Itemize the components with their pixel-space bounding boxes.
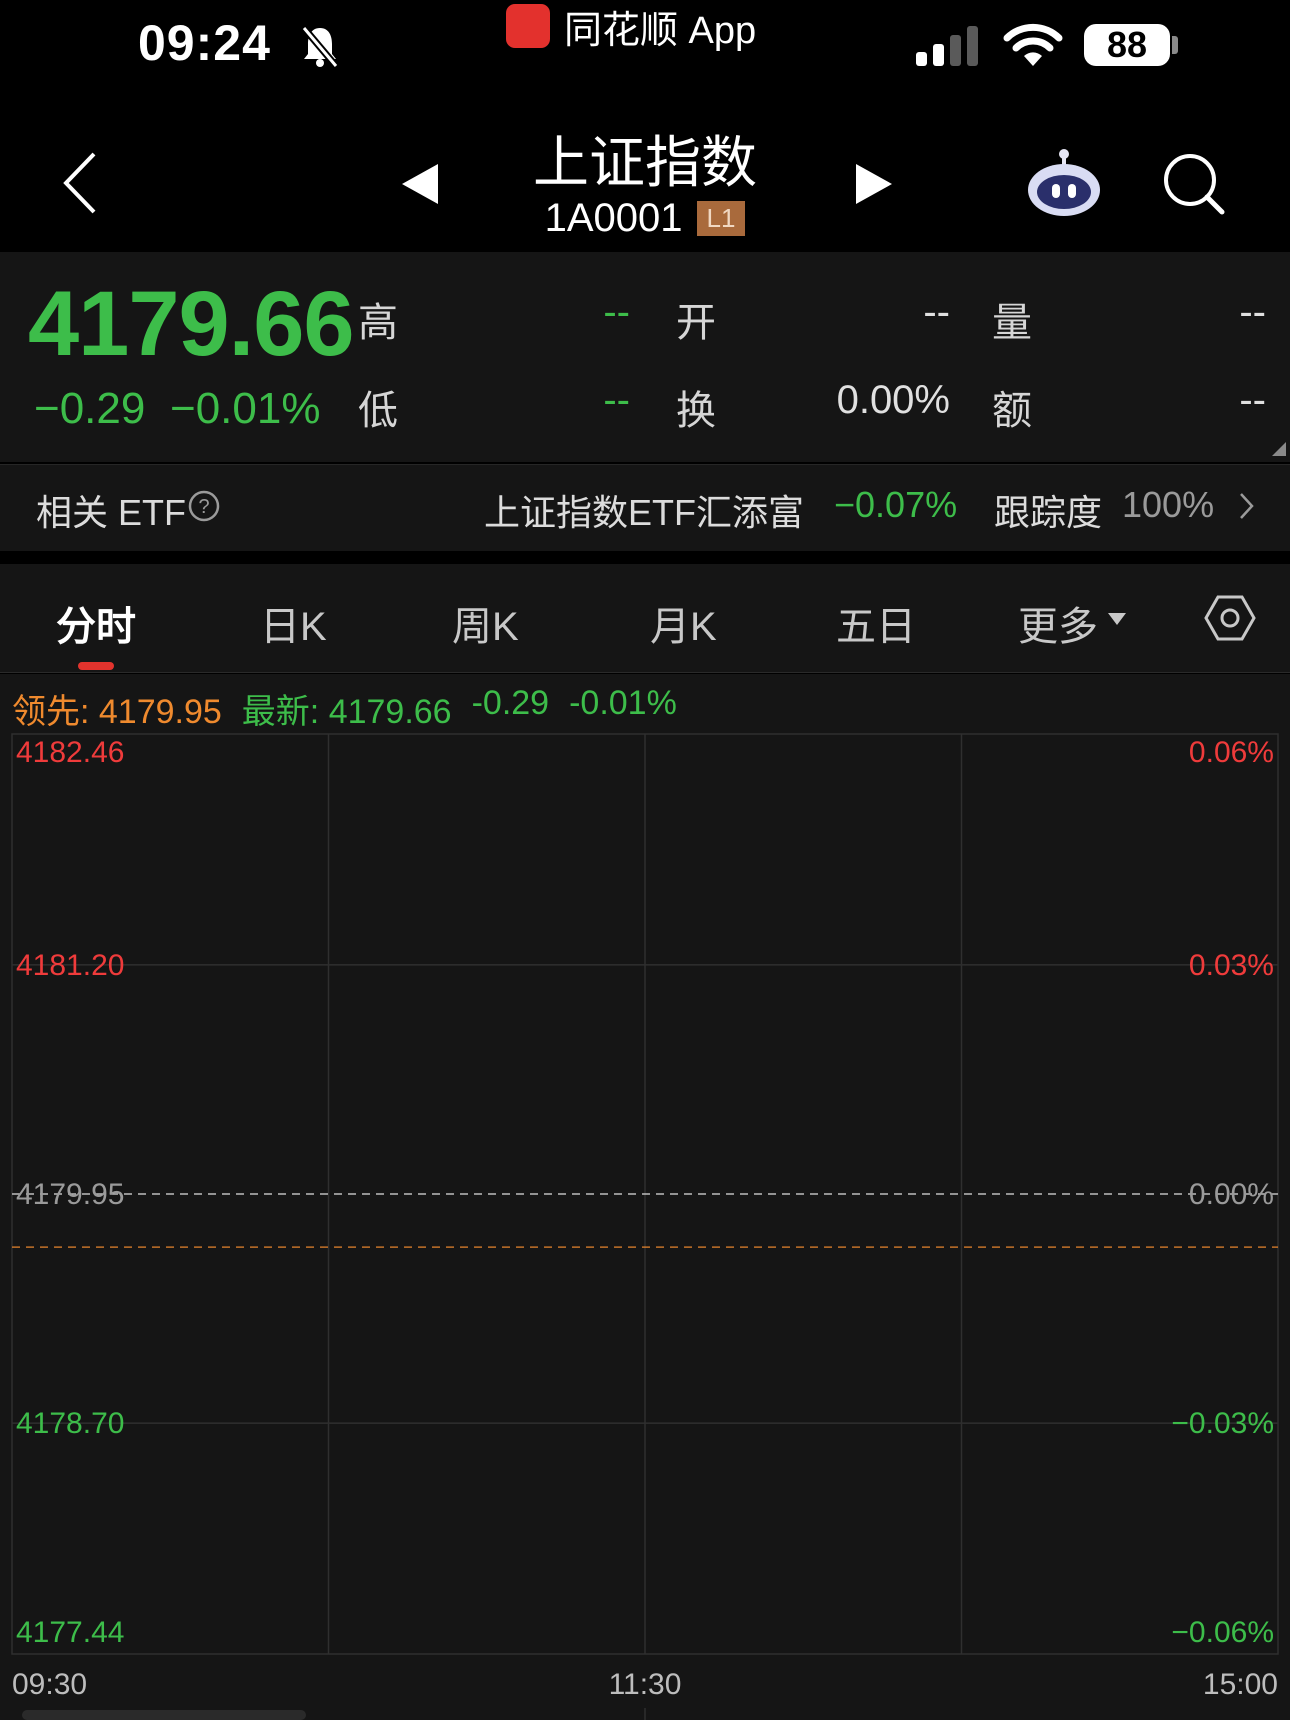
turnover-label: 换 <box>676 389 716 433</box>
open-label: 开 <box>676 301 716 345</box>
y-tick-label-right: −0.03% <box>1171 1407 1274 1440</box>
low-label: 低 <box>358 389 398 433</box>
y-tick-label-left: 4181.20 <box>16 949 124 982</box>
price-change: −0.29 <box>34 384 146 433</box>
app-name: 同花顺 App <box>564 9 757 52</box>
y-tick-label-right: 0.03% <box>1189 949 1274 982</box>
y-tick-label-left: 4182.46 <box>16 736 124 769</box>
high-label: 高 <box>358 301 398 345</box>
amount-label: 额 <box>992 389 1032 433</box>
open-value: -- <box>923 290 950 334</box>
ai-assistant-robot-icon[interactable] <box>1026 146 1102 223</box>
app-logo-icon <box>506 4 550 48</box>
volume-value: -- <box>1239 290 1266 334</box>
stock-code-row: 1A0001 L1 <box>500 196 790 241</box>
tracking-label: 跟踪度 <box>994 492 1103 533</box>
turnover-value: 0.00% <box>836 378 950 422</box>
stock-code: 1A0001 <box>544 196 683 240</box>
latest-change-percent-text: -0.01% <box>569 684 677 722</box>
y-tick-label-left: 4178.70 <box>16 1407 124 1440</box>
tab-more[interactable]: 更多 <box>1018 594 1098 652</box>
y-tick-label-left: 4179.95 <box>16 1178 124 1211</box>
tracking-value: 100% <box>1122 484 1215 525</box>
active-tab-indicator <box>78 662 114 670</box>
chart-info-row: 领先: 4179.95 最新: 4179.66 -0.29 -0.01% <box>12 684 677 733</box>
wifi-icon <box>1002 22 1064 73</box>
expand-corner-icon[interactable] <box>1272 442 1286 461</box>
latest-change-text: -0.29 <box>471 684 550 722</box>
back-icon[interactable] <box>60 150 100 221</box>
tab-monthly-k[interactable]: 月K <box>650 594 717 652</box>
page-title: 上证指数 <box>533 131 757 194</box>
battery-tip <box>1172 36 1178 54</box>
search-icon[interactable] <box>1162 152 1226 221</box>
prev-stock-icon[interactable] <box>402 164 438 209</box>
x-tick-label: 11:30 <box>609 1668 682 1701</box>
tab-five-day[interactable]: 五日 <box>836 594 916 652</box>
level-badge: L1 <box>696 201 746 236</box>
lead-price-text: 领先: 4179.95 <box>12 693 222 731</box>
current-price: 4179.66 <box>28 273 355 375</box>
volume-label: 量 <box>992 301 1032 345</box>
etf-change: −0.07% <box>834 484 958 525</box>
intraday-chart[interactable]: 4182.46 0.06% 4181.20 0.03% 4179.95 0.00% 4178… <box>0 730 1290 1720</box>
app-indicator[interactable]: 同花顺 App <box>506 4 756 52</box>
etf-name[interactable]: 上证指数ETF汇添富 <box>484 484 804 536</box>
chart-settings-icon[interactable] <box>1204 594 1256 647</box>
y-tick-label-left: 4177.44 <box>16 1616 124 1649</box>
svg-text:?: ? <box>198 496 209 518</box>
volume-panel-handle <box>22 1710 306 1720</box>
latest-price-text: 最新: 4179.66 <box>241 693 452 731</box>
y-tick-label-right: 0.00% <box>1189 1178 1274 1211</box>
chevron-right-icon[interactable] <box>1238 492 1254 525</box>
high-value: -- <box>603 290 630 334</box>
y-tick-label-right: −0.06% <box>1171 1616 1274 1649</box>
low-value: -- <box>603 378 630 422</box>
bell-muted-icon <box>300 24 340 73</box>
x-tick-label: 09:30 <box>12 1668 87 1701</box>
cellular-signal-icon <box>916 26 982 71</box>
y-tick-label-right: 0.06% <box>1189 736 1274 769</box>
next-stock-icon[interactable] <box>856 164 892 209</box>
related-etf-label: 相关 ETF <box>36 492 186 533</box>
price-change-percent: −0.01% <box>170 384 321 433</box>
tab-daily-k[interactable]: 日K <box>260 594 327 652</box>
dropdown-triangle-icon[interactable] <box>1108 612 1126 630</box>
help-icon[interactable]: ? <box>188 490 220 527</box>
tab-intraday[interactable]: 分时 <box>56 594 136 652</box>
amount-value: -- <box>1239 378 1266 422</box>
battery-indicator: 88 <box>1084 24 1170 66</box>
status-time: 09:24 <box>138 15 271 71</box>
tab-weekly-k[interactable]: 周K <box>452 594 519 652</box>
x-tick-label: 15:00 <box>1203 1668 1278 1701</box>
